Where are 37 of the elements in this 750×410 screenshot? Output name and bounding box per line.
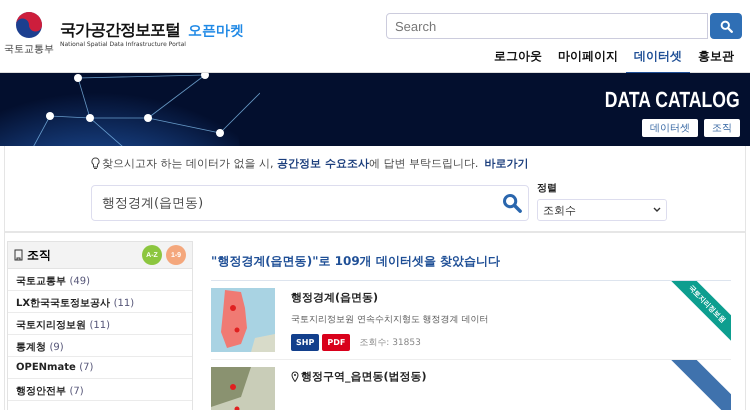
format-tag: SHP xyxy=(291,334,320,351)
search-button[interactable] xyxy=(710,13,742,39)
notice-text: 찾으시고자 하는 데이터가 없을 시, 공간정보 수요조사에 답변 부탁드립니다. xyxy=(102,156,478,171)
organization-item[interactable]: 국토교통부 (49) xyxy=(8,269,192,291)
portal-title: 국가공간정보포털 xyxy=(60,20,180,41)
banner-title: DATA CATALOG xyxy=(605,87,740,113)
dataset-title[interactable]: 행정구역_읍면동(법정동) xyxy=(291,369,427,384)
organization-item[interactable]: 행정안전부 (7) xyxy=(8,379,192,401)
emblem-icon xyxy=(14,10,44,40)
sidebar-title: 조직 xyxy=(27,246,52,264)
nav-link[interactable]: 홍보관 xyxy=(690,45,742,74)
search-icon xyxy=(720,20,732,32)
search-field[interactable]: Search xyxy=(386,13,708,39)
location-pin-icon xyxy=(291,371,299,382)
organization-item[interactable]: 통계청 (9) xyxy=(8,335,192,357)
nav-link[interactable]: 마이페이지 xyxy=(550,45,626,74)
dataset-title[interactable]: 행정경계(읍면동) xyxy=(291,290,489,305)
view-count: 조회수: 31853 xyxy=(359,337,421,349)
sort-label: 정렬 xyxy=(537,182,558,195)
banner-button[interactable]: 데이터셋 xyxy=(642,119,698,137)
nav-link[interactable]: 로그아웃 xyxy=(486,45,550,74)
chevron-down-icon xyxy=(653,207,661,213)
organization-item[interactable]: 국토지리정보원 (11) xyxy=(8,313,192,335)
format-tag: PDF xyxy=(322,334,350,351)
market-label: 오픈마켓 xyxy=(188,22,244,40)
organization-item[interactable]: OPENmate (7) xyxy=(8,357,192,379)
ministry-name: 국토교통부 xyxy=(4,43,54,56)
sort-select[interactable]: 조회수 xyxy=(537,199,667,221)
lightbulb-icon xyxy=(91,157,100,170)
result-summary: "행정경계(읍면동)"로 109개 데이터셋을 찾았습니다 xyxy=(211,253,731,281)
shortcut-link[interactable]: 바로가기 xyxy=(484,156,528,171)
dataset-description: 국토지리정보원 연속수치지형도 행정경계 데이터 xyxy=(291,314,489,326)
organization-item[interactable]: LX한국국토정보공사 (11) xyxy=(8,291,192,313)
banner-button[interactable]: 조직 xyxy=(704,119,740,137)
building-icon xyxy=(14,249,23,261)
search-icon xyxy=(502,193,522,213)
dataset-search-field[interactable]: 행정경계(읍면동) xyxy=(91,185,529,221)
